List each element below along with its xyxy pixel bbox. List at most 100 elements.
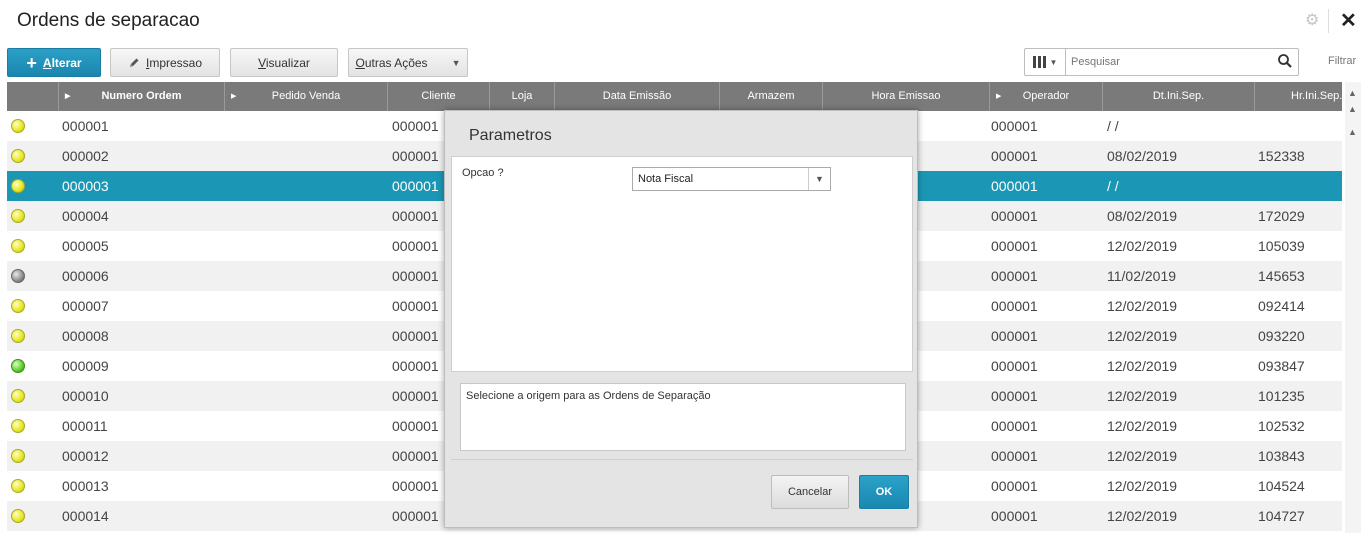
numero-ordem-cell: 000014 (62, 508, 109, 524)
operador-cell: 000001 (991, 268, 1038, 284)
column-header-dt-ini-sep[interactable]: Dt.Ini.Sep. (1103, 82, 1255, 111)
cancel-button[interactable]: Cancelar (771, 475, 849, 509)
grid-header: ▶ Numero Ordem ▶ Pedido Venda Cliente Loja… (7, 82, 1342, 111)
opcao-select-value: Nota Fiscal (638, 173, 694, 185)
column-header-armazem[interactable]: Armazem (720, 82, 823, 111)
chevron-down-icon: ▼ (1049, 57, 1058, 67)
cliente-cell: 000001 (392, 298, 439, 314)
hr-ini-sep-cell: 092414 (1258, 298, 1305, 314)
hr-ini-sep-cell: 145653 (1258, 268, 1305, 284)
dt-ini-sep-cell: 12/02/2019 (1107, 478, 1178, 494)
scroll-up-icon[interactable]: ▲ (1348, 127, 1357, 137)
status-yellow-icon (11, 209, 25, 223)
numero-ordem-cell: 000013 (62, 478, 109, 494)
title-bar: Ordens de separacao ⚙ ✕ (0, 0, 1367, 42)
impressao-button[interactable]: Impressao (110, 48, 220, 77)
operador-cell: 000001 (991, 118, 1038, 134)
operador-cell: 000001 (991, 508, 1038, 524)
status-yellow-icon (11, 149, 25, 163)
alterar-label: Alterar (42, 55, 82, 70)
dt-ini-sep-cell: 11/02/2019 (1107, 268, 1177, 284)
hr-ini-sep-cell: 102532 (1258, 418, 1305, 434)
search-input[interactable] (1071, 53, 1271, 71)
dt-ini-sep-cell: 12/02/2019 (1107, 388, 1178, 404)
scroll-top-icon[interactable]: ▲ (1348, 88, 1357, 98)
gear-icon[interactable]: ⚙ (1305, 13, 1321, 29)
columns-icon (1032, 56, 1046, 68)
operador-cell: 000001 (991, 358, 1038, 374)
chevron-down-icon: ▼ (451, 57, 461, 68)
cliente-cell: 000001 (392, 418, 439, 434)
operador-cell: 000001 (991, 388, 1038, 404)
dialog-help-box: Selecione a origem para as Ordens de Sep… (460, 383, 906, 451)
chevron-down-icon[interactable]: ▼ (808, 168, 830, 190)
cliente-cell: 000001 (392, 208, 439, 224)
dt-ini-sep-cell: 12/02/2019 (1107, 328, 1178, 344)
ok-button[interactable]: OK (859, 475, 909, 509)
hr-ini-sep-cell: 093847 (1258, 358, 1305, 374)
cliente-cell: 000001 (392, 238, 439, 254)
dialog-parameters-panel: Opcao ? Nota Fiscal ▼ (451, 156, 913, 372)
opcao-select[interactable]: Nota Fiscal ▼ (632, 167, 831, 191)
impressao-label: Impressao (145, 55, 203, 70)
expand-arrow-icon: ▶ (231, 93, 237, 100)
cliente-cell: 000001 (392, 148, 439, 164)
operador-cell: 000001 (991, 178, 1038, 194)
status-yellow-icon (11, 329, 25, 343)
status-gray-icon (11, 269, 25, 283)
column-header-cliente[interactable]: Cliente (388, 82, 490, 111)
title-separator (1328, 9, 1329, 33)
column-header-numero-ordem[interactable]: ▶ Numero Ordem (59, 82, 225, 111)
close-icon[interactable]: ✕ (1340, 10, 1357, 32)
cliente-cell: 000001 (392, 508, 439, 524)
numero-ordem-cell: 000003 (62, 178, 109, 194)
dt-ini-sep-cell: 12/02/2019 (1107, 448, 1178, 464)
dialog-divider (451, 459, 913, 460)
column-header-hr-ini-sep[interactable]: Hr.Ini.Sep. (1255, 82, 1342, 111)
numero-ordem-cell: 000005 (62, 238, 109, 254)
cliente-cell: 000001 (392, 118, 439, 134)
column-selector-button[interactable]: ▼ (1025, 49, 1066, 75)
page-title: Ordens de separacao (17, 10, 200, 31)
numero-ordem-cell: 000007 (62, 298, 109, 314)
column-header-hora-emissao[interactable]: Hora Emissao (823, 82, 990, 111)
visualizar-button[interactable]: Visualizar (230, 48, 338, 77)
numero-ordem-cell: 000001 (62, 118, 109, 134)
search-icon[interactable] (1277, 53, 1293, 69)
hr-ini-sep-cell: 152338 (1258, 148, 1305, 164)
status-yellow-icon (11, 239, 25, 253)
hr-ini-sep-cell: 101235 (1258, 388, 1305, 404)
status-yellow-icon (11, 119, 25, 133)
operador-cell: 000001 (991, 328, 1038, 344)
filtrar-link[interactable]: Filtrar (1328, 55, 1356, 67)
operador-cell: 000001 (991, 448, 1038, 464)
column-header-operador[interactable]: ▶ Operador (990, 82, 1103, 111)
outras-acoes-button[interactable]: Outras Ações ▼ (348, 48, 468, 77)
column-header-data-emissao[interactable]: Data Emissão (555, 82, 720, 111)
hr-ini-sep-cell: 103843 (1258, 448, 1305, 464)
hr-ini-sep-cell: 104524 (1258, 478, 1305, 494)
status-yellow-icon (11, 509, 25, 523)
vertical-scrollbar[interactable]: ▲ ▲ ▲ (1345, 82, 1361, 533)
status-green-icon (11, 359, 25, 373)
dt-ini-sep-cell: 12/02/2019 (1107, 238, 1178, 254)
cliente-cell: 000001 (392, 448, 439, 464)
operador-cell: 000001 (991, 208, 1038, 224)
status-column-header[interactable] (7, 82, 59, 111)
numero-ordem-cell: 000004 (62, 208, 109, 224)
column-header-loja[interactable]: Loja (490, 82, 555, 111)
operador-cell: 000001 (991, 478, 1038, 494)
status-yellow-icon (11, 449, 25, 463)
cliente-cell: 000001 (392, 268, 439, 284)
operador-cell: 000001 (991, 148, 1038, 164)
dt-ini-sep-cell: / / (1107, 118, 1119, 134)
expand-arrow-icon: ▶ (996, 93, 1002, 100)
alterar-button[interactable]: + Alterar (7, 48, 101, 77)
opcao-label: Opcao ? (462, 167, 504, 179)
numero-ordem-cell: 000006 (62, 268, 109, 284)
scroll-page-up-icon[interactable]: ▲ (1348, 104, 1357, 114)
parametros-dialog: Parametros Opcao ? Nota Fiscal ▼ Selecio… (444, 110, 918, 528)
column-header-pedido-venda[interactable]: ▶ Pedido Venda (225, 82, 388, 111)
operador-cell: 000001 (991, 238, 1038, 254)
dt-ini-sep-cell: 08/02/2019 (1107, 148, 1178, 164)
